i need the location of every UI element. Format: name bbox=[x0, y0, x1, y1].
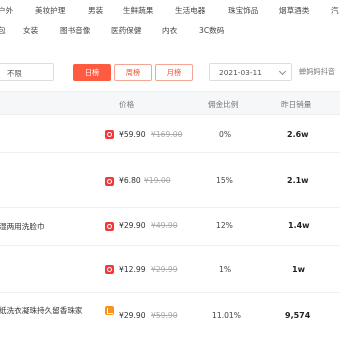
sales-count: 2.6w bbox=[287, 130, 309, 139]
range-select-value: 不限 bbox=[7, 69, 22, 78]
date-value: 2021-03-11 bbox=[219, 68, 262, 77]
tab-monthly[interactable]: 月榜 bbox=[155, 64, 193, 81]
table-row[interactable]: 纸洗衣凝珠持久留香珠家 ¥29.90 ¥59.90 11.01% 9,574 bbox=[0, 293, 340, 340]
date-picker[interactable]: 2021-03-11 bbox=[209, 63, 292, 81]
table-row[interactable]: ¥12.99 ¥29.99 1% 1w bbox=[0, 246, 340, 293]
category-underwear[interactable]: 内衣 bbox=[162, 25, 177, 36]
table-row[interactable]: 湿两用洗脸巾 ¥29.90 ¥49.90 12% 1.4w bbox=[0, 208, 340, 246]
category-jewelry[interactable]: 珠宝饰品 bbox=[228, 5, 258, 16]
commission-rate: 11.01% bbox=[212, 311, 241, 320]
sales-count: 1.4w bbox=[288, 221, 310, 230]
original-price: ¥169.00 bbox=[151, 130, 183, 139]
commission-rate: 0% bbox=[219, 130, 232, 139]
commission-rate: 12% bbox=[216, 221, 233, 230]
category-beauty[interactable]: 美妆护理 bbox=[35, 5, 65, 16]
sales-count: 9,574 bbox=[285, 311, 311, 320]
platform-icon bbox=[105, 177, 114, 186]
category-health[interactable]: 医药保健 bbox=[111, 25, 141, 36]
header-price[interactable]: 价格 bbox=[119, 99, 134, 110]
category-books[interactable]: 图书音像 bbox=[60, 25, 90, 36]
original-price: ¥59.90 bbox=[151, 311, 178, 320]
platform-icon bbox=[105, 222, 114, 231]
header-commission[interactable]: 佣金比例 bbox=[208, 99, 238, 110]
original-price: ¥19.00 bbox=[144, 176, 171, 185]
category-3c-digital[interactable]: 3C数码 bbox=[199, 25, 224, 36]
category-fresh[interactable]: 生鲜蔬果 bbox=[123, 5, 153, 16]
price: ¥12.99 bbox=[119, 265, 146, 274]
category-outdoor[interactable]: 户外 bbox=[0, 5, 13, 16]
table-header: 价格 佣金比例 昨日销量 bbox=[0, 91, 340, 115]
category-row-1: 户外 美妆护理 男装 生鲜蔬果 生活电器 珠宝饰品 烟草酒类 汽 bbox=[0, 0, 340, 20]
table-row[interactable]: ¥6.80 ¥19.00 15% 2.1w bbox=[0, 153, 340, 208]
category-tobacco-liquor[interactable]: 烟草酒类 bbox=[279, 5, 309, 16]
original-price: ¥49.90 bbox=[151, 221, 178, 230]
sales-count: 2.1w bbox=[287, 176, 309, 185]
platform-icon bbox=[105, 130, 114, 139]
platform-icon bbox=[105, 265, 114, 274]
chevron-down-icon bbox=[278, 67, 287, 76]
filter-bar: 不限 日榜 周榜 月榜 2021-03-11 蝉妈妈抖音 bbox=[0, 55, 340, 91]
range-select[interactable]: 不限 bbox=[0, 63, 54, 81]
category-auto[interactable]: 汽 bbox=[331, 5, 339, 16]
price: ¥29.90 bbox=[119, 221, 146, 230]
category-appliances[interactable]: 生活电器 bbox=[175, 5, 205, 16]
category-bags[interactable]: 包 bbox=[0, 25, 6, 36]
price: ¥59.90 bbox=[119, 130, 146, 139]
header-sales[interactable]: 昨日销量 bbox=[281, 99, 311, 110]
commission-rate: 1% bbox=[219, 265, 232, 274]
commission-rate: 15% bbox=[216, 176, 233, 185]
price: ¥29.90 bbox=[119, 311, 146, 320]
product-name[interactable]: 纸洗衣凝珠持久留香珠家 bbox=[0, 305, 83, 316]
platform-icon bbox=[105, 306, 114, 315]
category-womenswear[interactable]: 女装 bbox=[23, 25, 38, 36]
tab-weekly[interactable]: 周榜 bbox=[114, 64, 152, 81]
product-name[interactable]: 湿两用洗脸巾 bbox=[0, 221, 45, 232]
tab-daily[interactable]: 日榜 bbox=[73, 64, 111, 81]
original-price: ¥29.99 bbox=[151, 265, 178, 274]
price: ¥6.80 bbox=[119, 176, 141, 185]
source-link[interactable]: 蝉妈妈抖音 bbox=[299, 67, 335, 77]
table-row[interactable]: ¥59.90 ¥169.00 0% 2.6w bbox=[0, 115, 340, 153]
sales-count: 1w bbox=[292, 265, 305, 274]
category-menswear[interactable]: 男装 bbox=[88, 5, 103, 16]
category-row-2: 包 女装 图书音像 医药保健 内衣 3C数码 bbox=[0, 20, 340, 40]
